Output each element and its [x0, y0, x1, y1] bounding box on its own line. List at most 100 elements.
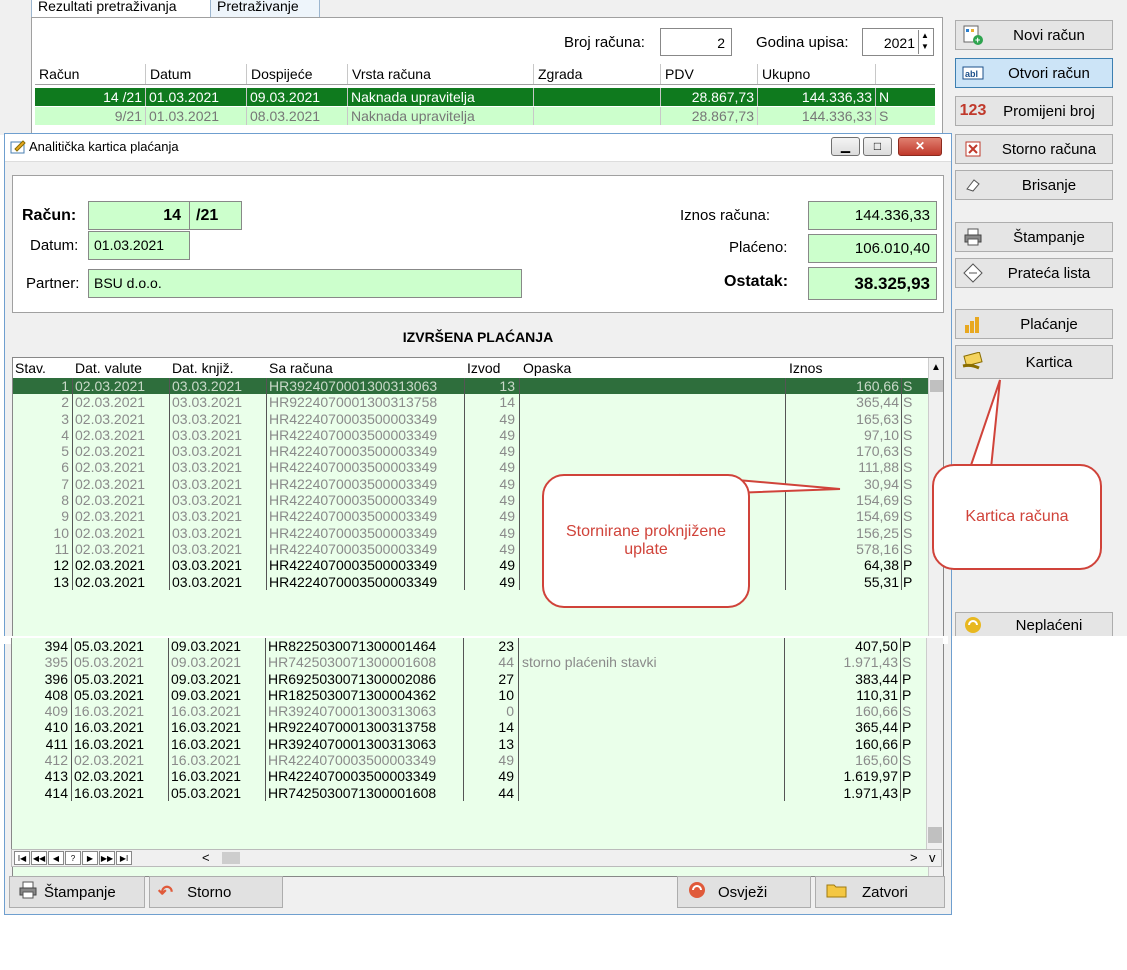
brisanje-button[interactable]: Brisanje: [955, 170, 1113, 200]
column-divider: [169, 443, 170, 460]
nav-button[interactable]: ◀: [48, 851, 64, 865]
cell-iznos: 160,66: [856, 378, 899, 394]
payment-row[interactable]: 1 02.03.2021 03.03.2021 HR39240700013003130…: [13, 378, 928, 395]
scroll-left-icon[interactable]: <: [202, 850, 210, 865]
payment-row[interactable]: 8 02.03.2021 03.03.2021 HR42240700035000033…: [13, 492, 928, 509]
column-divider: [72, 459, 73, 476]
payment-row[interactable]: 396 05.03.2021 09.03.2021 HR692503007130000…: [12, 670, 927, 687]
scroll-up-icon[interactable]: ▲: [931, 362, 941, 373]
stampanje-button[interactable]: Štampanje: [955, 222, 1113, 252]
placeno-field[interactable]: 106.010,40: [808, 234, 937, 263]
payment-row[interactable]: 394 05.03.2021 09.03.2021 HR822503007130000…: [12, 638, 927, 655]
payment-row[interactable]: 13 02.03.2021 03.03.2021 HR4224070003500003…: [13, 573, 928, 590]
partner-field[interactable]: BSU d.o.o.: [88, 269, 522, 298]
payment-row[interactable]: 5 02.03.2021 03.03.2021 HR42240700035000033…: [13, 443, 928, 460]
payment-row[interactable]: 12 02.03.2021 03.03.2021 HR4224070003500003…: [13, 557, 928, 574]
nav-button[interactable]: ▶I: [116, 851, 132, 865]
horizontal-scroll-thumb[interactable]: [222, 852, 240, 864]
payment-row[interactable]: 7 02.03.2021 03.03.2021 HR42240700035000033…: [13, 475, 928, 493]
osvjezi-button[interactable]: Osvježi: [677, 876, 811, 908]
col-datum[interactable]: Datum: [146, 64, 247, 84]
racun-year-field[interactable]: /21: [189, 201, 242, 230]
scroll-down-icon[interactable]: v: [929, 850, 936, 865]
cell-izvod: 10: [498, 686, 514, 703]
col-vrsta[interactable]: Vrsta računa: [348, 64, 534, 84]
col-dat-knjiz[interactable]: Dat. knjiž.: [170, 360, 265, 376]
neplaceni-button[interactable]: Neplaćeni: [955, 612, 1113, 638]
payment-row[interactable]: 412 02.03.2021 16.03.2021 HR422407000350000…: [12, 752, 927, 769]
col-iznos[interactable]: Iznos: [787, 360, 897, 376]
payment-row[interactable]: 2 02.03.2021 03.03.2021 HR92240700013003137…: [13, 394, 928, 411]
payment-row[interactable]: 3 02.03.2021 03.03.2021 HR42240700035000033…: [13, 410, 928, 427]
col-zgrada[interactable]: Zgrada: [534, 64, 661, 84]
payment-row[interactable]: 408 05.03.2021 09.03.2021 HR182503007130000…: [12, 686, 927, 704]
storno-dialog-button[interactable]: ↶ Storno: [149, 876, 283, 908]
col-dospijece[interactable]: Dospijeće: [247, 64, 348, 84]
col-sa-racuna[interactable]: Sa računa: [267, 360, 463, 376]
cell-stav: 410: [44, 719, 68, 736]
nav-button[interactable]: ?: [65, 851, 81, 865]
column-divider: [265, 638, 266, 655]
prateca-lista-button[interactable]: Prateća lista: [955, 258, 1113, 288]
cell-iznos: 365,44: [855, 719, 898, 736]
scroll-thumb[interactable]: [930, 380, 943, 392]
datum-field[interactable]: 01.03.2021: [88, 231, 190, 260]
scroll-right-icon[interactable]: >: [910, 850, 918, 865]
payment-row[interactable]: 4 02.03.2021 03.03.2021 HR42240700035000033…: [13, 426, 928, 444]
vertical-scrollbar-lower[interactable]: [926, 638, 943, 849]
storno-racuna-label: Storno računa: [1001, 140, 1097, 158]
zatvori-button[interactable]: Zatvori: [815, 876, 945, 908]
column-divider: [169, 573, 170, 590]
storno-racuna-button[interactable]: Storno računa: [955, 134, 1113, 164]
cell-racun: 14 /21: [35, 88, 146, 106]
cell-racun: 9/21: [35, 107, 146, 125]
stampanje-dialog-button[interactable]: Štampanje: [9, 876, 145, 908]
close-button[interactable]: ✕: [898, 137, 942, 156]
col-stav[interactable]: Stav.: [13, 360, 71, 376]
cell-racun: HR4224070003500003349: [269, 410, 438, 427]
payment-row[interactable]: 395 05.03.2021 09.03.2021 HR742503007130000…: [12, 654, 927, 671]
payment-row[interactable]: 411 16.03.2021 16.03.2021 HR392407000130031…: [12, 735, 927, 753]
tab-pretrazivanje[interactable]: Pretraživanje: [210, 0, 320, 18]
kartica-button[interactable]: Kartica: [955, 345, 1113, 379]
cell-stav: 396: [44, 670, 68, 687]
col-izvod[interactable]: Izvod: [465, 360, 517, 376]
nav-button[interactable]: I◀: [14, 851, 30, 865]
col-opaska[interactable]: Opaska: [521, 360, 781, 376]
tab-rezultati[interactable]: Rezultati pretraživanja: [31, 0, 217, 18]
cell-s: S: [903, 459, 913, 476]
table-row[interactable]: 14 /21 01.03.2021 09.03.2021 Naknada upr…: [35, 88, 935, 106]
column-divider: [519, 524, 520, 541]
table-row[interactable]: 9/21 01.03.2021 08.03.2021 Naknada uprav…: [35, 107, 935, 125]
payment-row[interactable]: 9 02.03.2021 03.03.2021 HR42240700035000033…: [13, 508, 928, 525]
payment-row[interactable]: 409 16.03.2021 16.03.2021 HR392407000130031…: [12, 703, 927, 720]
otvori-racun-button[interactable]: abl Otvori račun: [955, 58, 1113, 88]
maximize-button[interactable]: □: [863, 137, 892, 156]
iznos-racuna-field[interactable]: 144.336,33: [808, 201, 937, 230]
promijeni-broj-button[interactable]: 123 Promijeni broj: [955, 96, 1113, 126]
cell-knjiz: 03.03.2021: [172, 394, 243, 411]
minimize-button[interactable]: ▁: [831, 137, 860, 156]
payment-row[interactable]: 413 02.03.2021 16.03.2021 HR422407000350000…: [12, 768, 927, 785]
cell-opaska: [520, 719, 784, 735]
payment-row[interactable]: 6 02.03.2021 03.03.2021 HR42240700035000033…: [13, 459, 928, 476]
cell-iznos: 407,50: [855, 638, 898, 654]
ostatak-field[interactable]: 38.325,93: [808, 267, 937, 300]
payment-row[interactable]: 11 02.03.2021 03.03.2021 HR4224070003500003…: [13, 540, 928, 558]
racun-number-field[interactable]: 14: [88, 201, 190, 230]
col-pdv[interactable]: PDV: [661, 64, 758, 84]
placanje-button[interactable]: Plaćanje: [955, 309, 1113, 339]
payment-row[interactable]: 414 16.03.2021 05.03.2021 HR742503007130000…: [12, 784, 927, 801]
spinner-arrows-icon[interactable]: ▲ ▼: [918, 30, 931, 54]
novi-racun-button[interactable]: + Novi račun: [955, 20, 1113, 50]
scroll-thumb-lower[interactable]: [928, 827, 942, 843]
col-ukupno[interactable]: Ukupno: [758, 64, 876, 84]
nav-button[interactable]: ▶▶: [99, 851, 115, 865]
broj-racuna-input[interactable]: 2: [660, 28, 732, 56]
payment-row[interactable]: 10 02.03.2021 03.03.2021 HR4224070003500003…: [13, 524, 928, 541]
nav-button[interactable]: ▶: [82, 851, 98, 865]
payment-row[interactable]: 410 16.03.2021 16.03.2021 HR922407000130031…: [12, 719, 927, 736]
col-dat-valute[interactable]: Dat. valute: [73, 360, 168, 376]
nav-button[interactable]: ◀◀: [31, 851, 47, 865]
col-racun[interactable]: Račun: [35, 64, 146, 84]
